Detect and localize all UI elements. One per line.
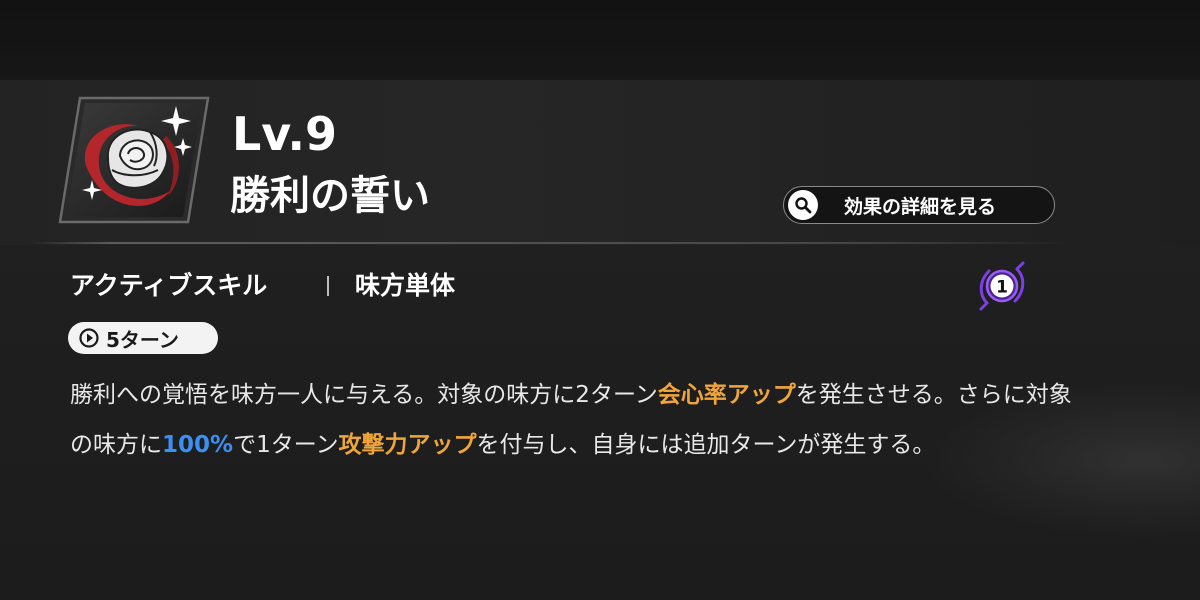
- cost-gem-icon: 1: [975, 259, 1029, 313]
- type-separator: [327, 276, 329, 296]
- search-icon: [788, 190, 818, 220]
- description-text: で1ターン: [233, 432, 339, 458]
- top-strip: ──: [0, 0, 1200, 80]
- description-highlight-crit: 会心率アップ: [657, 382, 796, 408]
- skill-level: Lv.9: [232, 107, 338, 161]
- cooldown-turns: 5ターン: [106, 327, 179, 352]
- description-text: 勝利への覚悟を味方一人に与える。対象の味方に2ターン: [70, 382, 658, 408]
- skill-target: 味方単体: [355, 271, 456, 300]
- top-strip-text: ──: [92, 0, 114, 9]
- view-effect-details-button[interactable]: 効果の詳細を見る: [783, 186, 1055, 224]
- skill-name: 勝利の誓い: [230, 173, 430, 219]
- description-highlight-attack: 攻撃力アップ: [338, 432, 477, 458]
- cost-value: 1: [996, 278, 1008, 298]
- cooldown-badge: 5ターン: [68, 322, 218, 354]
- skill-type: アクティブスキル: [70, 271, 268, 300]
- header-divider: [30, 242, 1070, 244]
- description-highlight-chance: 100%: [162, 432, 234, 458]
- description-text: を付与し、自身には追加ターンが発生する。: [476, 432, 936, 458]
- rose-icon: [58, 96, 210, 224]
- skill-detail-screen: ──: [0, 0, 1200, 600]
- clock-icon: [79, 328, 99, 348]
- view-effect-details-label: 効果の詳細を見る: [844, 195, 997, 218]
- smoke-decoration: [920, 380, 1200, 540]
